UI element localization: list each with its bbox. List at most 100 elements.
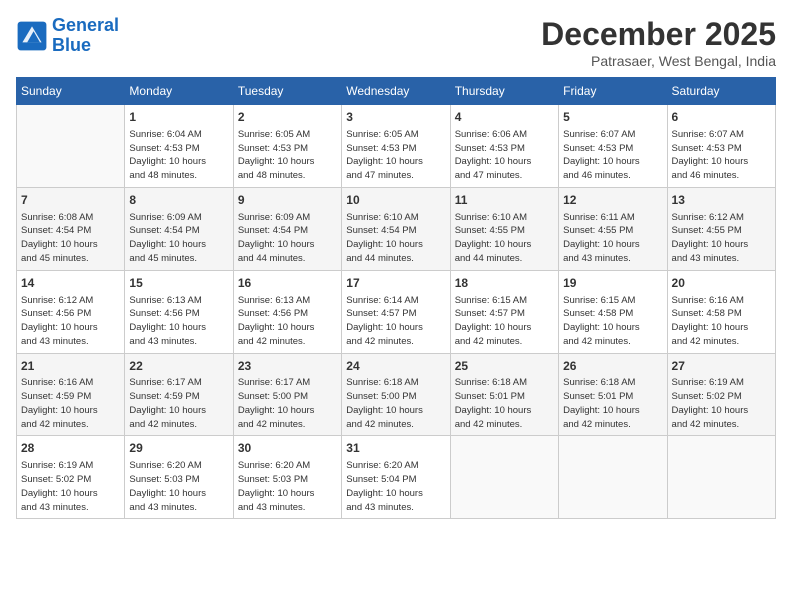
calendar-day-cell: 22Sunrise: 6:17 AM Sunset: 4:59 PM Dayli… [125,353,233,436]
calendar-day-cell: 25Sunrise: 6:18 AM Sunset: 5:01 PM Dayli… [450,353,558,436]
day-number: 23 [238,358,337,375]
calendar-day-cell: 27Sunrise: 6:19 AM Sunset: 5:02 PM Dayli… [667,353,775,436]
day-info: Sunrise: 6:13 AM Sunset: 4:56 PM Dayligh… [238,294,337,349]
weekday-header: Thursday [450,78,558,105]
weekday-header: Wednesday [342,78,450,105]
day-info: Sunrise: 6:17 AM Sunset: 5:00 PM Dayligh… [238,376,337,431]
logo-text: General Blue [52,16,119,56]
day-number: 7 [21,192,120,209]
calendar-day-cell: 13 Sunrise: 6:12 AM Sunset: 4:55 PM Dayli… [667,187,775,270]
day-info: Sunrise: 6:13 AM Sunset: 4:56 PM Dayligh… [129,294,228,349]
day-info: Sunrise: 6:12 AM Sunset: 4:56 PM Dayligh… [21,294,120,349]
day-info: Sunrise: 6:11 AM Sunset: 4:55 PM Dayligh… [563,211,662,266]
day-info: Sunrise: 6:16 AM Sunset: 4:59 PM Dayligh… [21,376,120,431]
day-number: 16 [238,275,337,292]
day-number: 25 [455,358,554,375]
page-header: General Blue December 2025 Patrasaer, We… [16,16,776,69]
day-info: Sunrise: 6:17 AM Sunset: 4:59 PM Dayligh… [129,376,228,431]
day-number: 3 [346,109,445,126]
weekday-header: Friday [559,78,667,105]
day-number: 15 [129,275,228,292]
calendar-day-cell: 21Sunrise: 6:16 AM Sunset: 4:59 PM Dayli… [17,353,125,436]
day-info: Sunrise: 6:10 AM Sunset: 4:54 PM Dayligh… [346,211,445,266]
day-info: Sunrise: 6:20 AM Sunset: 5:04 PM Dayligh… [346,459,445,514]
day-number: 29 [129,440,228,457]
logo-icon [16,20,48,52]
day-info: Sunrise: 6:05 AM Sunset: 4:53 PM Dayligh… [346,128,445,183]
calendar-header-row: SundayMondayTuesdayWednesdayThursdayFrid… [17,78,776,105]
day-info: Sunrise: 6:19 AM Sunset: 5:02 PM Dayligh… [672,376,771,431]
weekday-header: Monday [125,78,233,105]
day-info: Sunrise: 6:18 AM Sunset: 5:01 PM Dayligh… [563,376,662,431]
logo-line2: Blue [52,35,91,55]
day-number: 2 [238,109,337,126]
day-info: Sunrise: 6:18 AM Sunset: 5:01 PM Dayligh… [455,376,554,431]
calendar-day-cell: 8 Sunrise: 6:09 AM Sunset: 4:54 PM Daylig… [125,187,233,270]
calendar-day-cell: 18Sunrise: 6:15 AM Sunset: 4:57 PM Dayli… [450,270,558,353]
calendar-day-cell: 17 Sunrise: 6:14 AM Sunset: 4:57 PM Dayli… [342,270,450,353]
day-number: 4 [455,109,554,126]
day-info: Sunrise: 6:12 AM Sunset: 4:55 PM Dayligh… [672,211,771,266]
title-area: December 2025 Patrasaer, West Bengal, In… [541,16,776,69]
day-info: Sunrise: 6:18 AM Sunset: 5:00 PM Dayligh… [346,376,445,431]
calendar-week-row: 1 Sunrise: 6:04 AM Sunset: 4:53 PM Daylig… [17,105,776,188]
day-number: 30 [238,440,337,457]
calendar-day-cell: 31 Sunrise: 6:20 AM Sunset: 5:04 PM Dayli… [342,436,450,519]
calendar-day-cell: 26Sunrise: 6:18 AM Sunset: 5:01 PM Dayli… [559,353,667,436]
day-number: 26 [563,358,662,375]
day-number: 9 [238,192,337,209]
logo-line1: General [52,15,119,35]
day-info: Sunrise: 6:19 AM Sunset: 5:02 PM Dayligh… [21,459,120,514]
day-info: Sunrise: 6:05 AM Sunset: 4:53 PM Dayligh… [238,128,337,183]
calendar-day-cell: 12 Sunrise: 6:11 AM Sunset: 4:55 PM Dayli… [559,187,667,270]
day-info: Sunrise: 6:07 AM Sunset: 4:53 PM Dayligh… [672,128,771,183]
day-info: Sunrise: 6:07 AM Sunset: 4:53 PM Dayligh… [563,128,662,183]
day-info: Sunrise: 6:06 AM Sunset: 4:53 PM Dayligh… [455,128,554,183]
calendar-day-cell: 7Sunrise: 6:08 AM Sunset: 4:54 PM Daylig… [17,187,125,270]
day-info: Sunrise: 6:04 AM Sunset: 4:53 PM Dayligh… [129,128,228,183]
day-info: Sunrise: 6:20 AM Sunset: 5:03 PM Dayligh… [129,459,228,514]
calendar-day-cell: 19Sunrise: 6:15 AM Sunset: 4:58 PM Dayli… [559,270,667,353]
calendar-day-cell: 11Sunrise: 6:10 AM Sunset: 4:55 PM Dayli… [450,187,558,270]
calendar-day-cell: 9 Sunrise: 6:09 AM Sunset: 4:54 PM Daylig… [233,187,341,270]
calendar-day-cell [559,436,667,519]
day-number: 8 [129,192,228,209]
day-number: 14 [21,275,120,292]
calendar-day-cell: 16 Sunrise: 6:13 AM Sunset: 4:56 PM Dayli… [233,270,341,353]
day-number: 18 [455,275,554,292]
calendar-day-cell: 20 Sunrise: 6:16 AM Sunset: 4:58 PM Dayli… [667,270,775,353]
day-info: Sunrise: 6:14 AM Sunset: 4:57 PM Dayligh… [346,294,445,349]
logo: General Blue [16,16,119,56]
weekday-header: Sunday [17,78,125,105]
day-number: 21 [21,358,120,375]
day-number: 10 [346,192,445,209]
day-number: 12 [563,192,662,209]
calendar-week-row: 28Sunrise: 6:19 AM Sunset: 5:02 PM Dayli… [17,436,776,519]
calendar-day-cell: 30Sunrise: 6:20 AM Sunset: 5:03 PM Dayli… [233,436,341,519]
calendar-day-cell: 15 Sunrise: 6:13 AM Sunset: 4:56 PM Dayli… [125,270,233,353]
calendar-day-cell: 1 Sunrise: 6:04 AM Sunset: 4:53 PM Daylig… [125,105,233,188]
day-info: Sunrise: 6:10 AM Sunset: 4:55 PM Dayligh… [455,211,554,266]
day-number: 13 [672,192,771,209]
day-number: 19 [563,275,662,292]
day-number: 20 [672,275,771,292]
calendar-table: SundayMondayTuesdayWednesdayThursdayFrid… [16,77,776,519]
calendar-day-cell: 5Sunrise: 6:07 AM Sunset: 4:53 PM Daylig… [559,105,667,188]
day-number: 17 [346,275,445,292]
calendar-day-cell: 3 Sunrise: 6:05 AM Sunset: 4:53 PM Daylig… [342,105,450,188]
calendar-week-row: 14 Sunrise: 6:12 AM Sunset: 4:56 PM Dayli… [17,270,776,353]
day-info: Sunrise: 6:16 AM Sunset: 4:58 PM Dayligh… [672,294,771,349]
calendar-day-cell: 10 Sunrise: 6:10 AM Sunset: 4:54 PM Dayli… [342,187,450,270]
day-number: 27 [672,358,771,375]
day-info: Sunrise: 6:09 AM Sunset: 4:54 PM Dayligh… [129,211,228,266]
day-number: 1 [129,109,228,126]
calendar-day-cell: 4 Sunrise: 6:06 AM Sunset: 4:53 PM Daylig… [450,105,558,188]
calendar-day-cell [450,436,558,519]
calendar-day-cell: 23Sunrise: 6:17 AM Sunset: 5:00 PM Dayli… [233,353,341,436]
calendar-day-cell: 14 Sunrise: 6:12 AM Sunset: 4:56 PM Dayli… [17,270,125,353]
day-info: Sunrise: 6:09 AM Sunset: 4:54 PM Dayligh… [238,211,337,266]
calendar-day-cell [667,436,775,519]
weekday-header: Tuesday [233,78,341,105]
day-number: 31 [346,440,445,457]
day-number: 22 [129,358,228,375]
